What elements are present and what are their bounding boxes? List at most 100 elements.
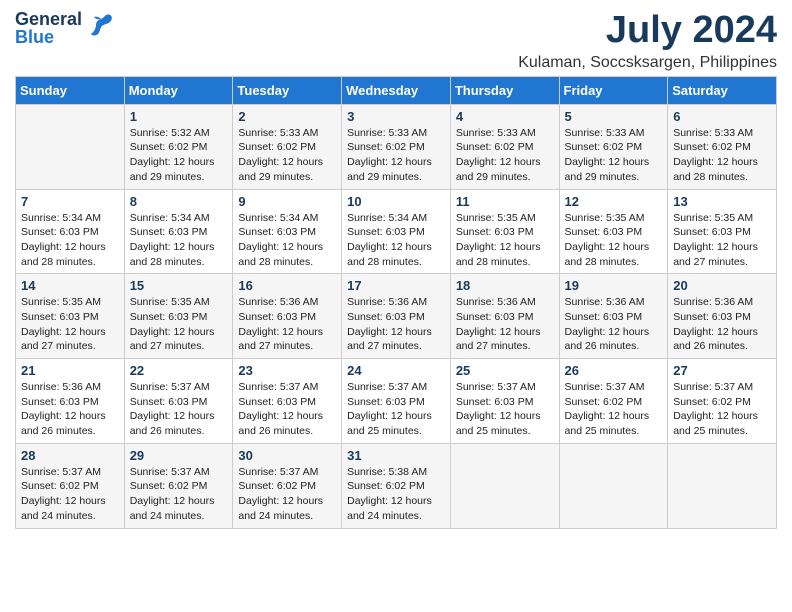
day-info: Sunrise: 5:36 AM Sunset: 6:03 PM Dayligh… [565,295,663,354]
day-number: 15 [130,278,228,293]
calendar-week-row: 14Sunrise: 5:35 AM Sunset: 6:03 PM Dayli… [16,274,777,359]
calendar-cell: 9Sunrise: 5:34 AM Sunset: 6:03 PM Daylig… [233,189,342,274]
day-number: 18 [456,278,554,293]
day-number: 11 [456,194,554,209]
day-number: 6 [673,109,771,124]
day-number: 24 [347,363,445,378]
calendar-cell: 1 Sunrise: 5:32 AM Sunset: 6:02 PM Daylig… [124,104,233,189]
calendar-cell: 10 Sunrise: 5:34 AM Sunset: 6:03 PM Dayli… [342,189,451,274]
day-header-saturday: Saturday [668,76,777,104]
day-info: Sunrise: 5:37 AM Sunset: 6:02 PM Dayligh… [238,465,336,524]
calendar-subtitle: Kulaman, Soccsksargen, Philippines [518,54,777,72]
day-header-friday: Friday [559,76,668,104]
logo-blue-text: Blue [15,28,82,46]
calendar-cell [450,443,559,528]
calendar-cell: 6 Sunrise: 5:33 AM Sunset: 6:02 PM Daylig… [668,104,777,189]
day-number: 9 [238,194,336,209]
calendar-header-row: SundayMondayTuesdayWednesdayThursdayFrid… [16,76,777,104]
day-number: 5 [565,109,663,124]
day-number: 31 [347,448,445,463]
calendar-cell: 20 Sunrise: 5:36 AM Sunset: 6:03 PM Dayli… [668,274,777,359]
day-info: Sunrise: 5:35 AM Sunset: 6:03 PM Dayligh… [673,211,771,270]
calendar-cell: 16 Sunrise: 5:36 AM Sunset: 6:03 PM Dayli… [233,274,342,359]
day-info: Sunrise: 5:36 AM Sunset: 6:03 PM Dayligh… [456,295,554,354]
day-info: Sunrise: 5:33 AM Sunset: 6:02 PM Dayligh… [456,126,554,185]
day-number: 17 [347,278,445,293]
day-info: Sunrise: 5:35 AM Sunset: 6:03 PM Dayligh… [456,211,554,270]
day-info: Sunrise: 5:35 AM Sunset: 6:03 PM Dayligh… [565,211,663,270]
day-info: Sunrise: 5:34 AM Sunset: 6:03 PM Dayligh… [21,211,119,270]
calendar-week-row: 7 Sunrise: 5:34 AM Sunset: 6:03 PM Daylig… [16,189,777,274]
calendar-cell: 15 Sunrise: 5:35 AM Sunset: 6:03 PM Dayli… [124,274,233,359]
calendar-cell: 12 Sunrise: 5:35 AM Sunset: 6:03 PM Dayli… [559,189,668,274]
calendar-cell: 14Sunrise: 5:35 AM Sunset: 6:03 PM Dayli… [16,274,125,359]
calendar-cell: 3Sunrise: 5:33 AM Sunset: 6:02 PM Daylig… [342,104,451,189]
calendar-cell: 29 Sunrise: 5:37 AM Sunset: 6:02 PM Dayli… [124,443,233,528]
day-number: 2 [238,109,336,124]
calendar-cell [16,104,125,189]
day-info: Sunrise: 5:37 AM Sunset: 6:02 PM Dayligh… [130,465,228,524]
calendar-cell: 2 Sunrise: 5:33 AM Sunset: 6:02 PM Daylig… [233,104,342,189]
day-number: 28 [21,448,119,463]
calendar-cell: 5Sunrise: 5:33 AM Sunset: 6:02 PM Daylig… [559,104,668,189]
day-info: Sunrise: 5:37 AM Sunset: 6:02 PM Dayligh… [565,380,663,439]
calendar-cell: 26Sunrise: 5:37 AM Sunset: 6:02 PM Dayli… [559,359,668,444]
day-info: Sunrise: 5:35 AM Sunset: 6:03 PM Dayligh… [130,295,228,354]
day-info: Sunrise: 5:33 AM Sunset: 6:02 PM Dayligh… [238,126,336,185]
logo: General Blue [15,10,116,46]
day-header-wednesday: Wednesday [342,76,451,104]
day-info: Sunrise: 5:32 AM Sunset: 6:02 PM Dayligh… [130,126,228,185]
day-info: Sunrise: 5:34 AM Sunset: 6:03 PM Dayligh… [347,211,445,270]
day-number: 1 [130,109,228,124]
calendar-cell: 7 Sunrise: 5:34 AM Sunset: 6:03 PM Daylig… [16,189,125,274]
calendar-cell [668,443,777,528]
calendar-cell: 18 Sunrise: 5:36 AM Sunset: 6:03 PM Dayli… [450,274,559,359]
day-header-thursday: Thursday [450,76,559,104]
logo-general-text: General [15,10,82,28]
day-info: Sunrise: 5:36 AM Sunset: 6:03 PM Dayligh… [238,295,336,354]
day-header-monday: Monday [124,76,233,104]
day-number: 8 [130,194,228,209]
day-info: Sunrise: 5:36 AM Sunset: 6:03 PM Dayligh… [673,295,771,354]
calendar-table: SundayMondayTuesdayWednesdayThursdayFrid… [15,76,777,529]
day-number: 20 [673,278,771,293]
calendar-cell: 24Sunrise: 5:37 AM Sunset: 6:03 PM Dayli… [342,359,451,444]
title-block: July 2024 Kulaman, Soccsksargen, Philipp… [518,10,777,72]
day-header-tuesday: Tuesday [233,76,342,104]
day-number: 19 [565,278,663,293]
calendar-cell: 25Sunrise: 5:37 AM Sunset: 6:03 PM Dayli… [450,359,559,444]
calendar-week-row: 21 Sunrise: 5:36 AM Sunset: 6:03 PM Dayli… [16,359,777,444]
calendar-cell: 31 Sunrise: 5:38 AM Sunset: 6:02 PM Dayli… [342,443,451,528]
calendar-cell: 22 Sunrise: 5:37 AM Sunset: 6:03 PM Dayli… [124,359,233,444]
day-info: Sunrise: 5:37 AM Sunset: 6:02 PM Dayligh… [673,380,771,439]
day-number: 13 [673,194,771,209]
day-info: Sunrise: 5:37 AM Sunset: 6:02 PM Dayligh… [21,465,119,524]
calendar-week-row: 1 Sunrise: 5:32 AM Sunset: 6:02 PM Daylig… [16,104,777,189]
day-info: Sunrise: 5:33 AM Sunset: 6:02 PM Dayligh… [673,126,771,185]
calendar-cell: 13 Sunrise: 5:35 AM Sunset: 6:03 PM Dayli… [668,189,777,274]
calendar-week-row: 28 Sunrise: 5:37 AM Sunset: 6:02 PM Dayli… [16,443,777,528]
day-header-sunday: Sunday [16,76,125,104]
day-number: 16 [238,278,336,293]
day-info: Sunrise: 5:37 AM Sunset: 6:03 PM Dayligh… [238,380,336,439]
day-number: 22 [130,363,228,378]
day-number: 7 [21,194,119,209]
page-header: General Blue July 2024 Kulaman, Soccsksa… [15,10,777,72]
day-number: 23 [238,363,336,378]
day-number: 10 [347,194,445,209]
day-info: Sunrise: 5:33 AM Sunset: 6:02 PM Dayligh… [347,126,445,185]
calendar-cell: 30Sunrise: 5:37 AM Sunset: 6:02 PM Dayli… [233,443,342,528]
day-number: 4 [456,109,554,124]
day-number: 12 [565,194,663,209]
day-number: 29 [130,448,228,463]
calendar-cell: 28 Sunrise: 5:37 AM Sunset: 6:02 PM Dayli… [16,443,125,528]
calendar-cell: 8Sunrise: 5:34 AM Sunset: 6:03 PM Daylig… [124,189,233,274]
calendar-cell: 21 Sunrise: 5:36 AM Sunset: 6:03 PM Dayli… [16,359,125,444]
logo-bird-icon [86,10,116,46]
calendar-cell: 23 Sunrise: 5:37 AM Sunset: 6:03 PM Dayli… [233,359,342,444]
day-info: Sunrise: 5:37 AM Sunset: 6:03 PM Dayligh… [130,380,228,439]
day-info: Sunrise: 5:36 AM Sunset: 6:03 PM Dayligh… [21,380,119,439]
day-info: Sunrise: 5:38 AM Sunset: 6:02 PM Dayligh… [347,465,445,524]
calendar-cell: 4 Sunrise: 5:33 AM Sunset: 6:02 PM Daylig… [450,104,559,189]
day-number: 21 [21,363,119,378]
